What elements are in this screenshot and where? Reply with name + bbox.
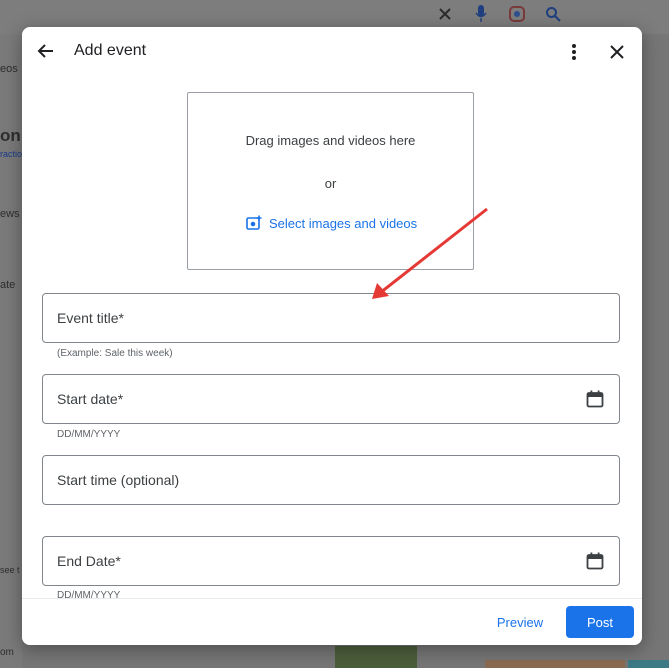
calendar-icon [586,390,604,408]
end-date-field[interactable]: End Date* [42,536,620,586]
lens-icon [506,3,528,25]
event-title-label: Event title* [57,310,124,326]
media-dropzone[interactable]: Drag images and videos here or Select im… [187,92,474,270]
dropzone-drag-text: Drag images and videos here [245,133,416,148]
close-button[interactable] [605,40,629,64]
start-date-calendar-button[interactable] [585,389,605,409]
background-thumbnail [335,646,417,668]
dialog-header: Add event [22,27,642,79]
start-date-helper: DD/MM/YYYY [57,429,121,440]
post-button[interactable]: Post [566,606,634,638]
end-date-label: End Date* [57,553,121,569]
background-text: eos [0,63,18,75]
more-vert-icon [572,44,576,60]
start-time-field[interactable]: Start time (optional) [42,455,620,505]
background-text: see t [0,565,20,575]
add-photo-icon [246,215,262,230]
start-time-label: Start time (optional) [57,472,180,488]
select-media-label: Select images and videos [269,215,418,231]
event-title-helper: (Example: Sale this week) [57,348,173,359]
start-date-label: Start date* [57,391,124,407]
close-icon [610,45,624,59]
calendar-icon [586,552,604,570]
back-arrow-icon [37,44,53,58]
clear-icon [434,3,456,25]
dialog-footer: Preview Post [22,598,642,645]
add-event-dialog: Add event Drag images and videos here or… [22,27,642,645]
mic-icon [470,3,492,25]
search-icon [542,3,564,25]
preview-button[interactable]: Preview [485,606,555,638]
background-text: on [0,126,21,145]
select-media-button[interactable]: Select images and videos [246,215,417,231]
event-title-field[interactable]: Event title* [42,293,620,343]
background-text: ews [0,208,20,220]
background-search-icons [420,2,564,26]
dropzone-or-text: or [324,176,337,191]
background-thumbnail [485,660,625,668]
background-text: ractio [0,149,23,159]
back-button[interactable] [34,39,58,63]
start-date-field[interactable]: Start date* [42,374,620,424]
more-options-button[interactable] [562,40,586,64]
end-date-calendar-button[interactable] [585,551,605,571]
background-thumbnail [628,660,669,668]
background-text: om [0,647,14,658]
background-text: ate [0,279,16,291]
dialog-title: Add event [74,42,147,59]
